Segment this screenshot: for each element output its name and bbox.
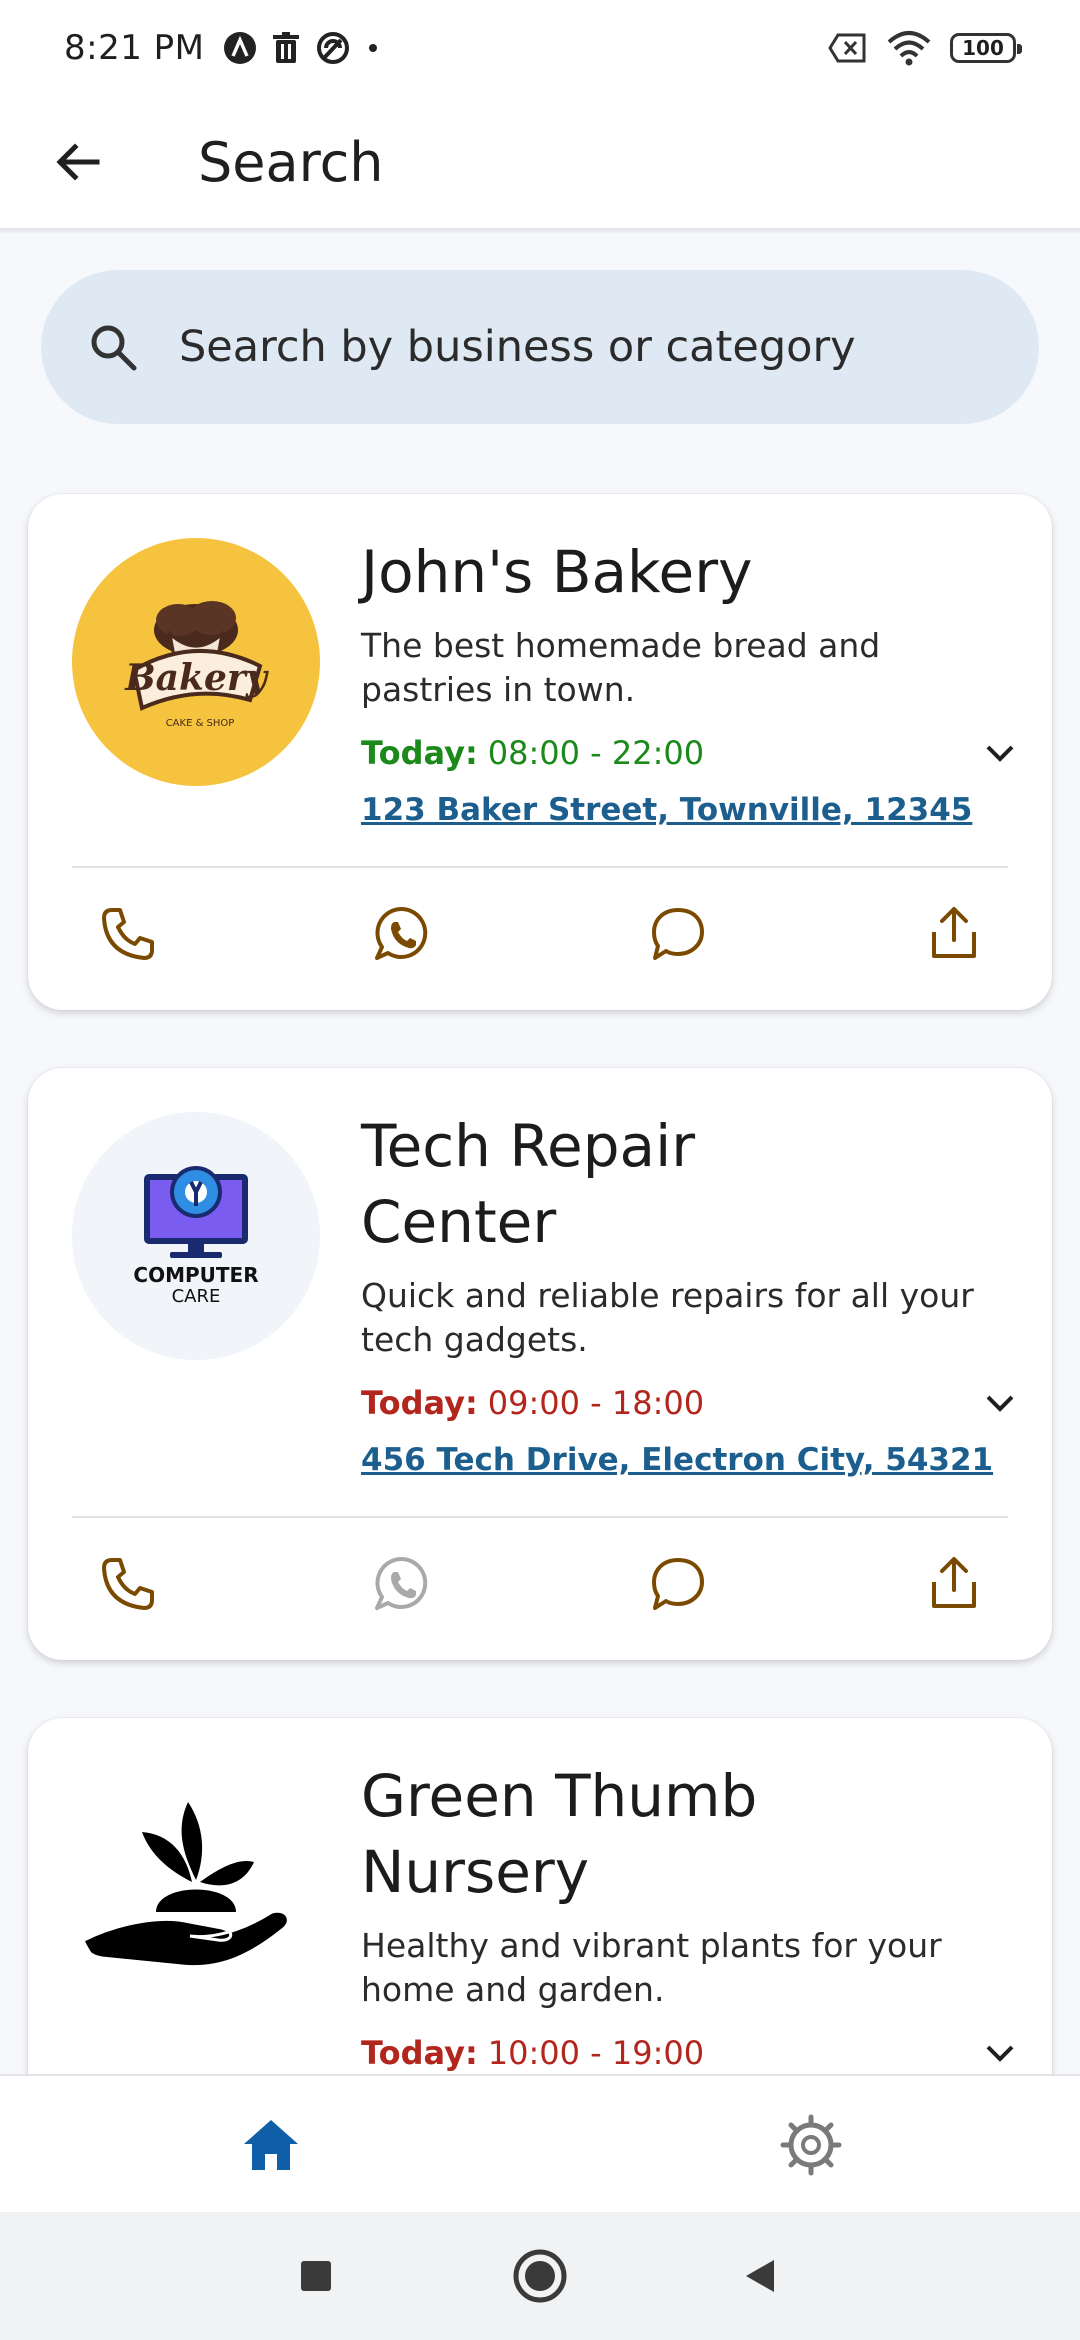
chevron-down-icon xyxy=(986,2045,1014,2062)
home-system-button[interactable] xyxy=(504,2240,576,2312)
whatsapp-icon xyxy=(375,906,428,960)
bakery-logo-graphic: Bakery CAKE & SHOP xyxy=(124,601,269,729)
hours-value: 08:00 - 22:00 xyxy=(487,734,705,772)
recents-square-icon xyxy=(301,2261,331,2291)
nav-settings[interactable] xyxy=(766,2100,856,2190)
whatsapp-button-disabled xyxy=(362,1544,442,1624)
business-info: Green Thumb Nursery Healthy and vibrant … xyxy=(361,1758,1021,2078)
data-saver-icon xyxy=(316,32,349,64)
call-button[interactable] xyxy=(88,1544,168,1624)
business-description: Healthy and vibrant plants for your home… xyxy=(361,1926,942,2009)
bakery-logo-subtext: CAKE & SHOP xyxy=(166,718,235,729)
bakery-logo-text: Bakery xyxy=(124,657,269,699)
back-triangle-icon xyxy=(746,2260,774,2292)
expand-hours-button[interactable] xyxy=(975,2028,1025,2078)
battery-indicator: 100 xyxy=(950,33,1022,63)
arrow-back-icon xyxy=(56,143,100,181)
back-system-button[interactable] xyxy=(724,2240,796,2312)
whatsapp-button[interactable] xyxy=(362,894,442,974)
bakery-logo: Bakery CAKE & SHOP xyxy=(72,538,320,786)
search-icon xyxy=(91,325,137,371)
search-input[interactable]: Search by business or category xyxy=(41,270,1039,424)
plant-in-hand-logo-graphic xyxy=(82,1802,290,1969)
status-bar: 8:21 PM 100 xyxy=(0,0,1080,96)
business-name: Green Thumb Nursery xyxy=(361,1762,758,1906)
expand-hours-button[interactable] xyxy=(975,1378,1025,1428)
computer-care-logo: COMPUTER CARE xyxy=(72,1112,320,1360)
phone-icon xyxy=(102,1558,154,1610)
more-notifications-dot-icon xyxy=(368,44,377,52)
business-info: Tech Repair Center Quick and reliable re… xyxy=(361,1108,1021,1478)
computer-care-logo-graphic: COMPUTER CARE xyxy=(133,1166,259,1307)
business-info: John's Bakery The best homemade bread an… xyxy=(361,534,1021,828)
notification-a-icon xyxy=(223,32,256,64)
page-title: Search xyxy=(198,130,384,194)
business-description: The best homemade bread and pastries in … xyxy=(361,626,881,709)
share-icon xyxy=(932,1557,976,1608)
chat-bubble-icon xyxy=(652,908,704,960)
system-status-icons: 100 xyxy=(828,30,1022,66)
share-button[interactable] xyxy=(914,1544,994,1624)
hours-value: 10:00 - 19:00 xyxy=(487,2034,705,2072)
chat-bubble-icon xyxy=(652,1558,704,1610)
computer-care-logo-subtext: CARE xyxy=(172,1286,221,1307)
search-placeholder: Search by business or category xyxy=(179,322,856,372)
chevron-down-icon xyxy=(986,1395,1014,1412)
share-button[interactable] xyxy=(914,894,994,974)
opening-hours: Today: 09:00 - 18:00 xyxy=(361,1378,1021,1428)
settings-icon xyxy=(780,2114,842,2176)
home-circle-icon xyxy=(513,2249,567,2303)
opening-hours: Today: 10:00 - 19:00 xyxy=(361,2028,1021,2078)
status-time: 8:21 PM xyxy=(64,28,205,68)
hours-label: Today: xyxy=(361,2034,478,2072)
business-card[interactable]: Bakery CAKE & SHOP John's Bakery The bes… xyxy=(28,494,1052,1010)
nav-home[interactable] xyxy=(226,2100,316,2190)
message-button[interactable] xyxy=(638,1544,718,1624)
business-card[interactable]: COMPUTER CARE Tech Repair Center Quick a… xyxy=(28,1068,1052,1660)
expand-hours-button[interactable] xyxy=(975,728,1025,778)
message-button[interactable] xyxy=(638,894,718,974)
bottom-navigation xyxy=(0,2074,1080,2212)
trash-notification-icon xyxy=(272,32,299,63)
phone-icon xyxy=(102,908,154,960)
business-name: Tech Repair Center xyxy=(361,1112,696,1256)
back-button[interactable] xyxy=(38,122,118,202)
wifi-icon xyxy=(887,31,931,66)
opening-hours: Today: 08:00 - 22:00 xyxy=(361,728,1021,778)
computer-care-logo-text: COMPUTER xyxy=(133,1263,258,1287)
address-link[interactable]: 456 Tech Drive, Electron City, 54321 xyxy=(361,1442,993,1478)
action-row xyxy=(28,868,1052,998)
address-link[interactable]: 123 Baker Street, Townville, 12345 xyxy=(361,792,972,828)
action-row xyxy=(28,1518,1052,1648)
recents-button[interactable] xyxy=(280,2240,352,2312)
home-icon xyxy=(244,2120,298,2170)
hours-label: Today: xyxy=(361,734,478,772)
app-bar: Search xyxy=(0,96,1080,230)
chevron-down-icon xyxy=(986,745,1014,762)
share-icon xyxy=(932,907,976,958)
system-navigation-bar xyxy=(0,2212,1080,2340)
no-sim-icon xyxy=(828,33,866,63)
call-button[interactable] xyxy=(88,894,168,974)
business-name: John's Bakery xyxy=(361,538,753,606)
plant-in-hand-logo xyxy=(72,1762,320,2010)
hours-label: Today: xyxy=(361,1384,478,1422)
business-description: Quick and reliable repairs for all your … xyxy=(361,1276,974,1359)
whatsapp-icon xyxy=(375,1556,428,1610)
notification-icons xyxy=(223,30,381,66)
hours-value: 09:00 - 18:00 xyxy=(487,1384,705,1422)
battery-level: 100 xyxy=(962,36,1004,60)
